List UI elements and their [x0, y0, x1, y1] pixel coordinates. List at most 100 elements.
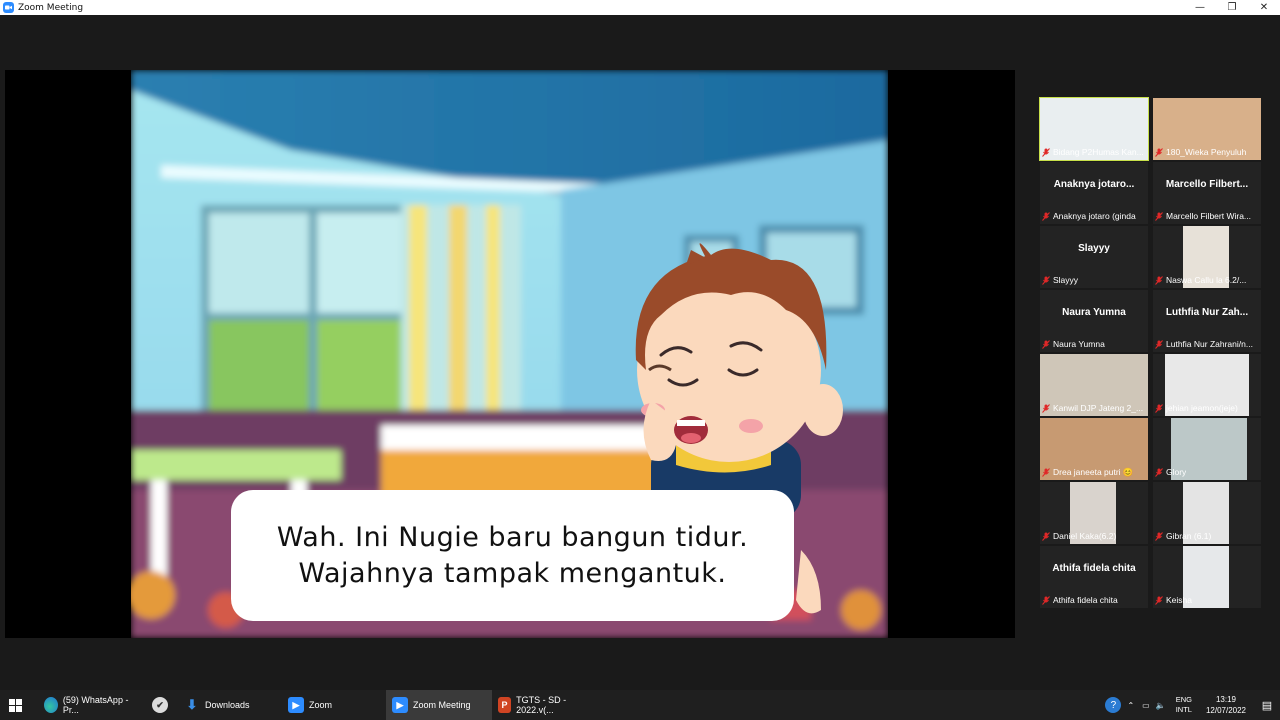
participant-display-name: Athifa fidela chita	[1052, 563, 1136, 574]
participant-name-text: Keisha	[1166, 595, 1192, 605]
mic-muted-icon	[1155, 467, 1163, 477]
windows-taskbar: (59) WhatsApp - Pr... ✔ ⬇ Downloads ▶ Zo…	[0, 690, 1280, 720]
participant-tile[interactable]: Gibran (6.1)	[1153, 482, 1261, 544]
participant-name-label: Luthfia Nur Zahrani/n...	[1155, 338, 1253, 350]
participant-tile[interactable]: Daniel Kaka(6.2)	[1040, 482, 1148, 544]
taskbar-label: Zoom	[309, 700, 333, 710]
taskbar-label: Zoom Meeting	[413, 700, 471, 710]
participant-name-text: Athifa fidela chita	[1053, 595, 1118, 605]
participant-name-label: jehian jeamon(jeje)	[1155, 402, 1238, 414]
zoom-icon: ▶	[288, 697, 304, 713]
taskbar-label: TGTS - SD - 2022.v(...	[516, 695, 567, 715]
participant-name-text: Gibran (6.1)	[1166, 531, 1212, 541]
help-icon[interactable]: ?	[1105, 697, 1122, 713]
participant-display-name: Anaknya jotaro...	[1053, 179, 1135, 190]
zoom-app-icon	[3, 2, 14, 13]
taskbar-label: (59) WhatsApp - Pr...	[62, 695, 129, 715]
participant-tile[interactable]: Luthfia Nur Zah... Luthfia Nur Zahrani/n.…	[1153, 290, 1261, 352]
participant-tile[interactable]: Keisha	[1153, 546, 1261, 608]
system-tray: ? ⌃ ▭ 🔈 ENG INTL 13:19 12/07/2022 ▤	[1105, 690, 1280, 720]
taskbar-item-app[interactable]: ✔	[142, 690, 178, 720]
mic-muted-icon	[1042, 595, 1050, 605]
minimize-button[interactable]: —	[1184, 0, 1216, 15]
download-icon: ⬇	[186, 697, 198, 712]
title-bar: Zoom Meeting — ❐ ✕	[0, 0, 1280, 15]
participant-name-label: Naswa Callu la 6.2/...	[1155, 274, 1246, 286]
participant-tile[interactable]: Drea janeeta putri 😊	[1040, 418, 1148, 480]
participant-display-name: Naura Yumna	[1062, 307, 1126, 318]
clock-time: 13:19	[1215, 695, 1236, 704]
window-title: Zoom Meeting	[18, 2, 84, 13]
participant-tile[interactable]: Kanwil DJP Jateng 2_...	[1040, 354, 1148, 416]
participant-name-label: Drea janeeta putri 😊	[1042, 466, 1134, 478]
participant-tile[interactable]: Marcello Filbert... Marcello Filbert Wira…	[1153, 162, 1261, 224]
participant-tile[interactable]: Slayyy Slayyy	[1040, 226, 1148, 288]
caption-line-1: Wah. Ini Nugie baru bangun tidur.	[276, 521, 749, 553]
participant-name-text: Bidang P2Humas Kan...	[1053, 147, 1144, 157]
taskbar-item-zoom[interactable]: ▶ Zoom	[282, 690, 386, 720]
mic-muted-icon	[1042, 531, 1050, 541]
participant-name-label: Slayyy	[1042, 274, 1078, 286]
participant-name-text: Daniel Kaka(6.2)	[1053, 531, 1117, 541]
screen-share-view[interactable]: Wah. Ini Nugie baru bangun tidur. Wajahn…	[5, 70, 1015, 638]
mic-muted-icon	[1042, 467, 1050, 477]
mic-muted-icon	[1042, 275, 1050, 285]
taskbar-item-zoom-meeting[interactable]: ▶ Zoom Meeting	[386, 690, 492, 720]
language-indicator[interactable]: ENG INTL	[1176, 695, 1192, 715]
participant-name-label: Anaknya jotaro (ginda	[1042, 210, 1136, 222]
participant-name-label: Marcello Filbert Wira...	[1155, 210, 1251, 222]
participant-name-text: Kanwil DJP Jateng 2_...	[1053, 403, 1144, 413]
participant-name-label: Gibran (6.1)	[1155, 530, 1211, 542]
participant-name-label: Bidang P2Humas Kan...	[1042, 146, 1144, 158]
windows-logo-icon	[8, 698, 22, 712]
mic-muted-icon	[1042, 211, 1050, 221]
participant-name-label: Naura Yumna	[1042, 338, 1105, 350]
start-button[interactable]	[0, 690, 30, 720]
participant-name-text: Glory	[1166, 467, 1187, 477]
participant-name-label: Kanwil DJP Jateng 2_...	[1042, 402, 1143, 414]
volume-icon[interactable]: 🔈	[1156, 701, 1166, 710]
maximize-button[interactable]: ❐	[1216, 0, 1248, 15]
participant-tile[interactable]: Bidang P2Humas Kan...	[1039, 97, 1149, 161]
participant-name-label: 180_Wieka Penyuluh	[1155, 146, 1246, 158]
participant-name-label: Athifa fidela chita	[1042, 594, 1118, 606]
participant-name-text: Marcello Filbert Wira...	[1166, 211, 1252, 221]
notification-icon[interactable]: ▤	[1254, 699, 1280, 712]
mic-muted-icon	[1042, 147, 1050, 157]
language-code: ENG	[1175, 695, 1192, 704]
participant-tile[interactable]: 180_Wieka Penyuluh	[1153, 98, 1261, 160]
participant-tile[interactable]: Naswa Callu la 6.2/...	[1153, 226, 1261, 288]
chevron-up-icon[interactable]: ⌃	[1127, 701, 1134, 710]
taskbar-item-powerpoint[interactable]: P TGTS - SD - 2022.v(...	[492, 690, 596, 720]
participant-name-text: Naura Yumna	[1053, 339, 1105, 349]
participant-tile[interactable]: Glory	[1153, 418, 1261, 480]
mic-muted-icon	[1155, 531, 1163, 541]
mic-muted-icon	[1155, 339, 1163, 349]
participant-name-text: 180_Wieka Penyuluh	[1166, 147, 1247, 157]
edge-icon	[44, 697, 58, 713]
participant-tile[interactable]: Anaknya jotaro... Anaknya jotaro (ginda	[1040, 162, 1148, 224]
clock-date: 12/07/2022	[1205, 706, 1246, 715]
participant-tile[interactable]: Naura Yumna Naura Yumna	[1040, 290, 1148, 352]
participant-tile[interactable]: jehian jeamon(jeje)	[1153, 354, 1261, 416]
taskbar-item-downloads[interactable]: ⬇ Downloads	[178, 690, 282, 720]
taskbar-item-whatsapp[interactable]: (59) WhatsApp - Pr...	[38, 690, 142, 720]
clock[interactable]: 13:19 12/07/2022	[1206, 694, 1246, 716]
participant-name-text: jehian jeamon(jeje)	[1166, 403, 1238, 413]
participant-tile[interactable]: Athifa fidela chita Athifa fidela chita	[1040, 546, 1148, 608]
mic-muted-icon	[1042, 339, 1050, 349]
caption-line-2: Wajahnya tampak mengantuk.	[298, 557, 727, 589]
mic-muted-icon	[1155, 147, 1163, 157]
participant-name-label: Keisha	[1155, 594, 1192, 606]
zoom-icon: ▶	[392, 697, 408, 713]
participant-name-text: Naswa Callu la 6.2/...	[1166, 275, 1247, 285]
shared-slide: Wah. Ini Nugie baru bangun tidur. Wajahn…	[131, 70, 888, 638]
close-button[interactable]: ✕	[1248, 0, 1280, 15]
network-icon[interactable]: ▭	[1142, 701, 1150, 710]
mic-muted-icon	[1042, 403, 1050, 413]
mic-muted-icon	[1155, 211, 1163, 221]
participant-name-label: Glory	[1155, 466, 1186, 478]
mic-muted-icon	[1155, 595, 1163, 605]
participant-display-name: Luthfia Nur Zah...	[1165, 307, 1249, 318]
taskbar-label: Downloads	[205, 700, 250, 710]
